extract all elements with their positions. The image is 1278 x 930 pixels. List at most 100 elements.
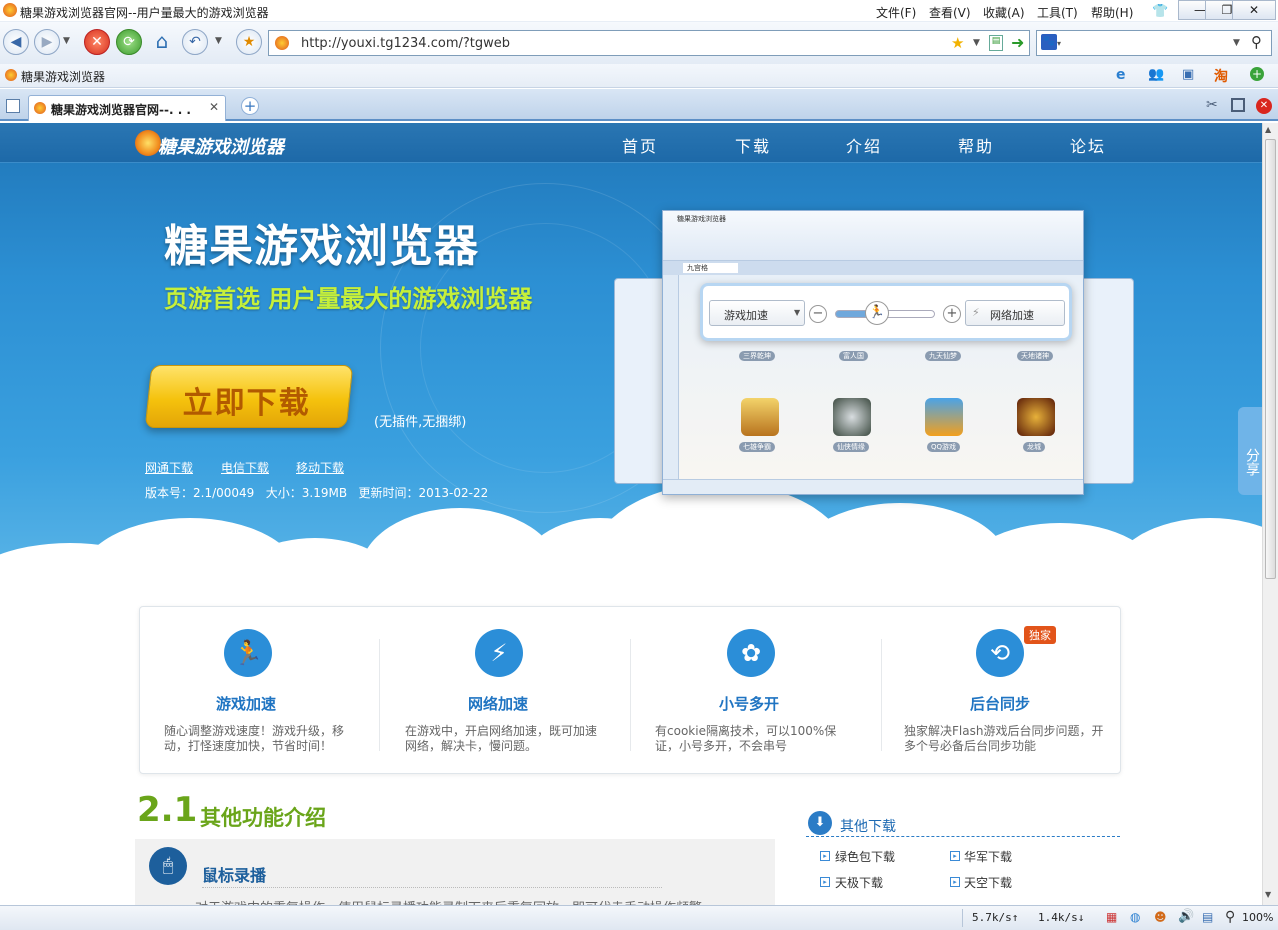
device-icon[interactable]: ▤	[1202, 910, 1213, 924]
skin-shirt-icon[interactable]: 👕	[1152, 4, 1168, 19]
game-speed-label: 游戏加速	[724, 309, 768, 322]
history-dropdown-icon[interactable]: ▼	[63, 36, 70, 46]
favorite-star-icon[interactable]: ★	[236, 29, 262, 55]
runner-icon: 🏃	[865, 301, 889, 325]
tab-active[interactable]: 糖果游戏浏览器官网--. . . ✕	[28, 95, 226, 121]
scroll-down-icon[interactable]: ▼	[1265, 890, 1271, 899]
section-title: 其他功能介绍	[200, 806, 326, 830]
card-divider	[202, 887, 662, 888]
side-window-right	[1080, 278, 1134, 484]
mock-sidebar	[663, 275, 679, 479]
other-downloads-title: 其他下载	[840, 819, 896, 835]
close-window-button[interactable]: ✕	[1232, 0, 1276, 20]
scroll-thumb[interactable]	[1265, 139, 1276, 579]
download-arrow-icon: ⬇	[808, 811, 832, 835]
taobao-icon[interactable]: 淘	[1214, 66, 1228, 86]
bookmark-item[interactable]: 糖果游戏浏览器	[21, 68, 105, 85]
mouse-record-title: 鼠标录播	[202, 866, 267, 885]
search-box[interactable]: 🐾 ▾ ▼ ⚲	[1036, 30, 1272, 56]
nav-home[interactable]: 首页	[622, 133, 658, 157]
game-speed-select: 游戏加速 ▼	[709, 300, 805, 326]
chevron-down-icon: ▼	[794, 308, 801, 317]
link-huajun[interactable]: 华军下载	[964, 848, 1012, 865]
menu-help[interactable]: 帮助(H)	[1091, 4, 1133, 21]
download-link-icon: ▸	[950, 877, 960, 887]
close-tabs-icon[interactable]: ✕	[1256, 98, 1272, 114]
users-icon[interactable]: 👥	[1148, 67, 1164, 82]
zoom-level[interactable]: 100%	[1242, 911, 1273, 924]
tools-icon[interactable]: ✂	[1206, 97, 1218, 113]
add-icon[interactable]: +	[1250, 67, 1264, 81]
feature-title-game-speed: 游戏加速	[216, 695, 277, 713]
mock-browser: 糖果游戏浏览器 九宫格 三界乾坤 富人国 九天仙梦 天地诸神 七雄争霸 仙侠情缘…	[662, 210, 1084, 495]
forward-arrow-icon[interactable]: ▶	[34, 29, 60, 55]
new-tab-icon[interactable]: +	[241, 97, 259, 115]
baidu-paw-icon[interactable]: 🐾	[1041, 34, 1057, 50]
mock-statusbar	[663, 479, 1083, 494]
feature-title-multi-account: 小号多开	[719, 695, 780, 713]
browser-logo-icon	[3, 3, 17, 17]
search-dropdown-icon[interactable]: ▾	[1057, 39, 1061, 48]
sidebar-toggle-icon[interactable]	[6, 99, 20, 113]
page-icon[interactable]: ▤	[989, 35, 1003, 51]
nav-help[interactable]: 帮助	[958, 133, 994, 157]
vertical-scrollbar[interactable]: ▲ ▼	[1262, 123, 1278, 906]
stop-icon[interactable]: ✕	[84, 29, 110, 55]
hero-subtitle: 页游首选 用户量最大的游戏浏览器	[164, 285, 533, 313]
mock-game-top-3: 九天仙梦	[925, 351, 961, 361]
user-icon[interactable]: ☻	[1154, 910, 1167, 924]
undo-icon[interactable]: ↶	[182, 29, 208, 55]
mouse-icon: 🖱	[149, 847, 187, 885]
volume-icon[interactable]: 🔊	[1178, 909, 1194, 924]
site-logo[interactable]: 糖果游戏浏览器	[158, 133, 284, 159]
link-green-package[interactable]: 绿色包下载	[835, 848, 895, 865]
download-button[interactable]: 立即下载	[144, 365, 354, 428]
feature-desc-game-speed: 随心调整游戏速度！游戏升级，移动，打怪速度加快，节省时间！	[164, 724, 345, 753]
download-link-icon: ▸	[950, 851, 960, 861]
network-icon[interactable]: ◍	[1130, 910, 1140, 924]
nav-download[interactable]: 下载	[735, 133, 771, 157]
menu-tools[interactable]: 工具(T)	[1037, 4, 1078, 21]
link-tianji[interactable]: 天极下载	[835, 874, 883, 891]
net-speed-button: ⚡ 网络加速	[965, 300, 1065, 326]
share-tab[interactable]: 分享	[1238, 407, 1262, 495]
menu-view[interactable]: 查看(V)	[929, 4, 971, 21]
address-dropdown-icon[interactable]: ▼	[973, 38, 980, 48]
bookmark-star-icon[interactable]: ★	[951, 34, 964, 52]
tab-close-icon[interactable]: ✕	[209, 100, 219, 114]
address-url: http://youxi.tg1234.com/?tgweb	[301, 36, 510, 51]
download-speed: 5.7k/s↑	[972, 911, 1019, 924]
feature-desc-background-sync: 独家解决Flash游戏后台同步问题，开多个号必备后台同步功能	[904, 724, 1104, 753]
download-link-icon: ▸	[820, 877, 830, 887]
zoom-icon[interactable]: ⚲	[1225, 909, 1235, 925]
home-icon[interactable]: ⌂	[149, 29, 175, 55]
game-icon	[925, 398, 963, 436]
undo-dropdown-icon[interactable]: ▼	[215, 36, 222, 46]
fullscreen-icon[interactable]	[1231, 98, 1245, 112]
search-icon[interactable]: ⚲	[1251, 33, 1262, 51]
back-arrow-icon[interactable]: ◀	[3, 29, 29, 55]
link-cnc-download[interactable]: 网通下载	[145, 459, 193, 476]
search-engine-dropdown-icon[interactable]: ▼	[1233, 38, 1240, 48]
calendar-icon[interactable]: ▦	[1106, 910, 1117, 924]
menu-favorites[interactable]: 收藏(A)	[983, 4, 1025, 21]
address-bar[interactable]: http://youxi.tg1234.com/?tgweb ★ ▼ ▤ ➜	[268, 30, 1030, 56]
scroll-up-icon[interactable]: ▲	[1265, 125, 1271, 134]
mock-game-2: 仙侠情缘	[833, 442, 869, 452]
feature-title-net-speed: 网络加速	[468, 695, 529, 713]
go-arrow-icon[interactable]: ➜	[1011, 33, 1024, 52]
menu-file[interactable]: 文件(F)	[876, 4, 916, 21]
game-icon	[741, 398, 779, 436]
nav-forum[interactable]: 论坛	[1070, 133, 1106, 157]
mock-game-top-2: 富人国	[839, 351, 868, 361]
screen-icon[interactable]: ▣	[1182, 67, 1194, 82]
divider	[630, 639, 631, 751]
link-tiankong[interactable]: 天空下载	[964, 874, 1012, 891]
refresh-icon[interactable]: ⟳	[116, 29, 142, 55]
nav-intro[interactable]: 介绍	[846, 133, 882, 157]
ie-icon[interactable]: e	[1116, 67, 1126, 83]
link-mobile-download[interactable]: 移动下载	[296, 459, 344, 476]
download-button-label: 立即下载	[182, 386, 311, 421]
divider	[379, 639, 380, 751]
link-telecom-download[interactable]: 电信下载	[221, 459, 269, 476]
